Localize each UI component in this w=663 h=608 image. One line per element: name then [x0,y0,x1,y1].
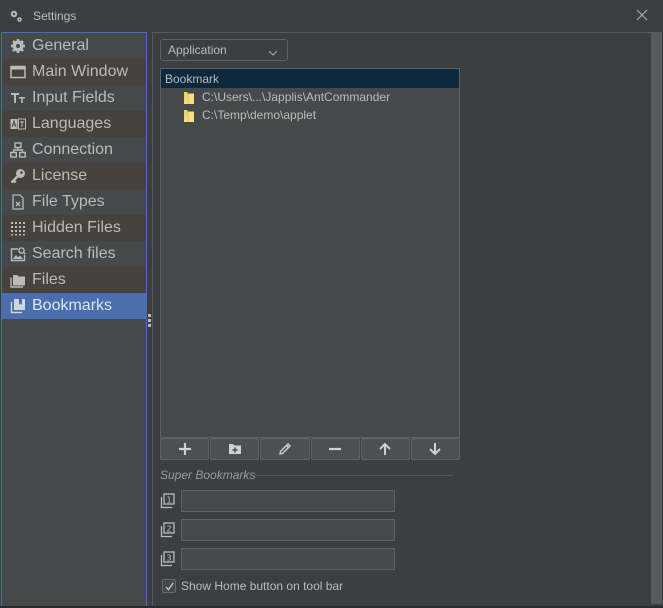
sidebar-item-hidden-files[interactable]: Hidden Files [2,215,146,241]
tree-root-bookmark[interactable]: Bookmark [161,69,459,88]
arrow-down-icon [429,443,442,456]
checkbox-box[interactable] [162,579,176,593]
svg-text:2: 2 [166,525,171,534]
sidebar-item-search-files[interactable]: Search files [2,241,146,267]
show-home-button-label: Show Home button on tool bar [181,579,344,593]
folder-plus-icon [228,444,241,454]
gears-icon [9,9,23,23]
window-icon [9,63,27,81]
sidebar-item-files[interactable]: Files [2,267,146,293]
pencil-icon [279,443,291,455]
folder-icon [183,109,195,122]
add-bookmark-button[interactable] [160,438,210,460]
show-home-button-checkbox[interactable]: Show Home button on tool bar [162,579,343,593]
tree-node-label: C:\Users\...\Japplis\AntCommander [202,90,391,104]
tree-node[interactable]: C:\Users\...\Japplis\AntCommander [161,88,459,106]
super-bookmark-row: 2 [160,519,395,541]
sidebar-item-label: Hidden Files [32,219,121,236]
sidebar-item-main-window[interactable]: Main Window [2,59,146,85]
sidebar-item-license[interactable]: License [2,163,146,189]
network-icon [9,141,27,159]
window-title: Settings [33,9,77,23]
sidebar-item-label: Search files [32,245,116,262]
tree-root-label: Bookmark [165,71,220,86]
super-bookmark-1-input[interactable] [181,490,395,512]
sidebar-item-languages[interactable]: Languages [2,111,146,137]
splitter-handle[interactable] [147,32,151,607]
scope-select-value: Application [168,43,227,57]
sidebar-item-label: Main Window [32,63,129,80]
folders-icon [9,271,27,289]
super-bookmark-row: 1 [160,490,395,512]
svg-text:3: 3 [166,554,171,563]
grip-dots-icon [148,314,151,329]
file-x-icon [9,193,27,211]
move-up-button[interactable] [360,438,410,460]
bookmark-tree[interactable]: Bookmark C:\Users\...\Japplis\AntCommand… [160,68,460,438]
minus-icon [329,447,342,451]
plus-icon [178,443,191,455]
bookmark-2-icon: 2 [160,522,175,538]
sidebar-item-input-fields[interactable]: Input Fields [2,85,146,111]
bookmark-1-icon: 1 [160,493,175,509]
super-bookmarks-title: Super Bookmarks [160,468,256,482]
super-bookmark-row: 3 [160,548,395,570]
key-icon [9,167,27,185]
move-down-button[interactable] [410,438,461,460]
tree-node[interactable]: C:\Temp\demo\applet [161,106,459,124]
edit-bookmark-button[interactable] [260,438,310,460]
image-search-icon [9,245,27,263]
section-divider [253,475,453,476]
svg-text:1: 1 [166,496,171,505]
sidebar-item-label: Bookmarks [32,297,113,314]
sidebar-item-bookmarks[interactable]: Bookmarks [2,293,146,319]
sidebar-item-label: Files [32,271,66,288]
chevron-down-icon [268,46,278,56]
text-size-icon [9,89,27,107]
sidebar-item-connection[interactable]: Connection [2,137,146,163]
sidebar-item-label: Input Fields [32,89,115,106]
scope-select[interactable]: Application [160,39,288,61]
bookmark-toolbar [160,438,461,460]
sidebar-item-label: General [32,37,89,54]
super-bookmark-2-input[interactable] [181,519,395,541]
dotted-grid-icon [9,219,27,237]
checkmark-icon [164,581,174,591]
folder-icon [183,91,195,104]
translate-icon [9,115,27,133]
sidebar-item-file-types[interactable]: File Types [2,189,146,215]
remove-bookmark-button[interactable] [310,438,360,460]
sidebar-item-label: Connection [32,141,113,158]
add-folder-button[interactable] [210,438,260,460]
bookmarks-icon [9,297,27,315]
sidebar-item-label: License [32,167,88,184]
arrow-up-icon [379,442,391,455]
settings-category-list[interactable]: General Main Window Input Fields Languag… [1,32,147,607]
close-icon[interactable] [635,8,649,22]
sidebar-item-general[interactable]: General [2,33,146,59]
tree-node-label: C:\Temp\demo\applet [202,108,317,122]
super-bookmark-3-input[interactable] [181,548,395,570]
title-bar: Settings [0,0,663,31]
sidebar-item-label: Languages [32,115,112,132]
sidebar-item-label: File Types [32,193,105,210]
vertical-scrollbar[interactable] [651,32,662,604]
bookmark-3-icon: 3 [160,551,175,567]
gear-icon [9,37,27,55]
